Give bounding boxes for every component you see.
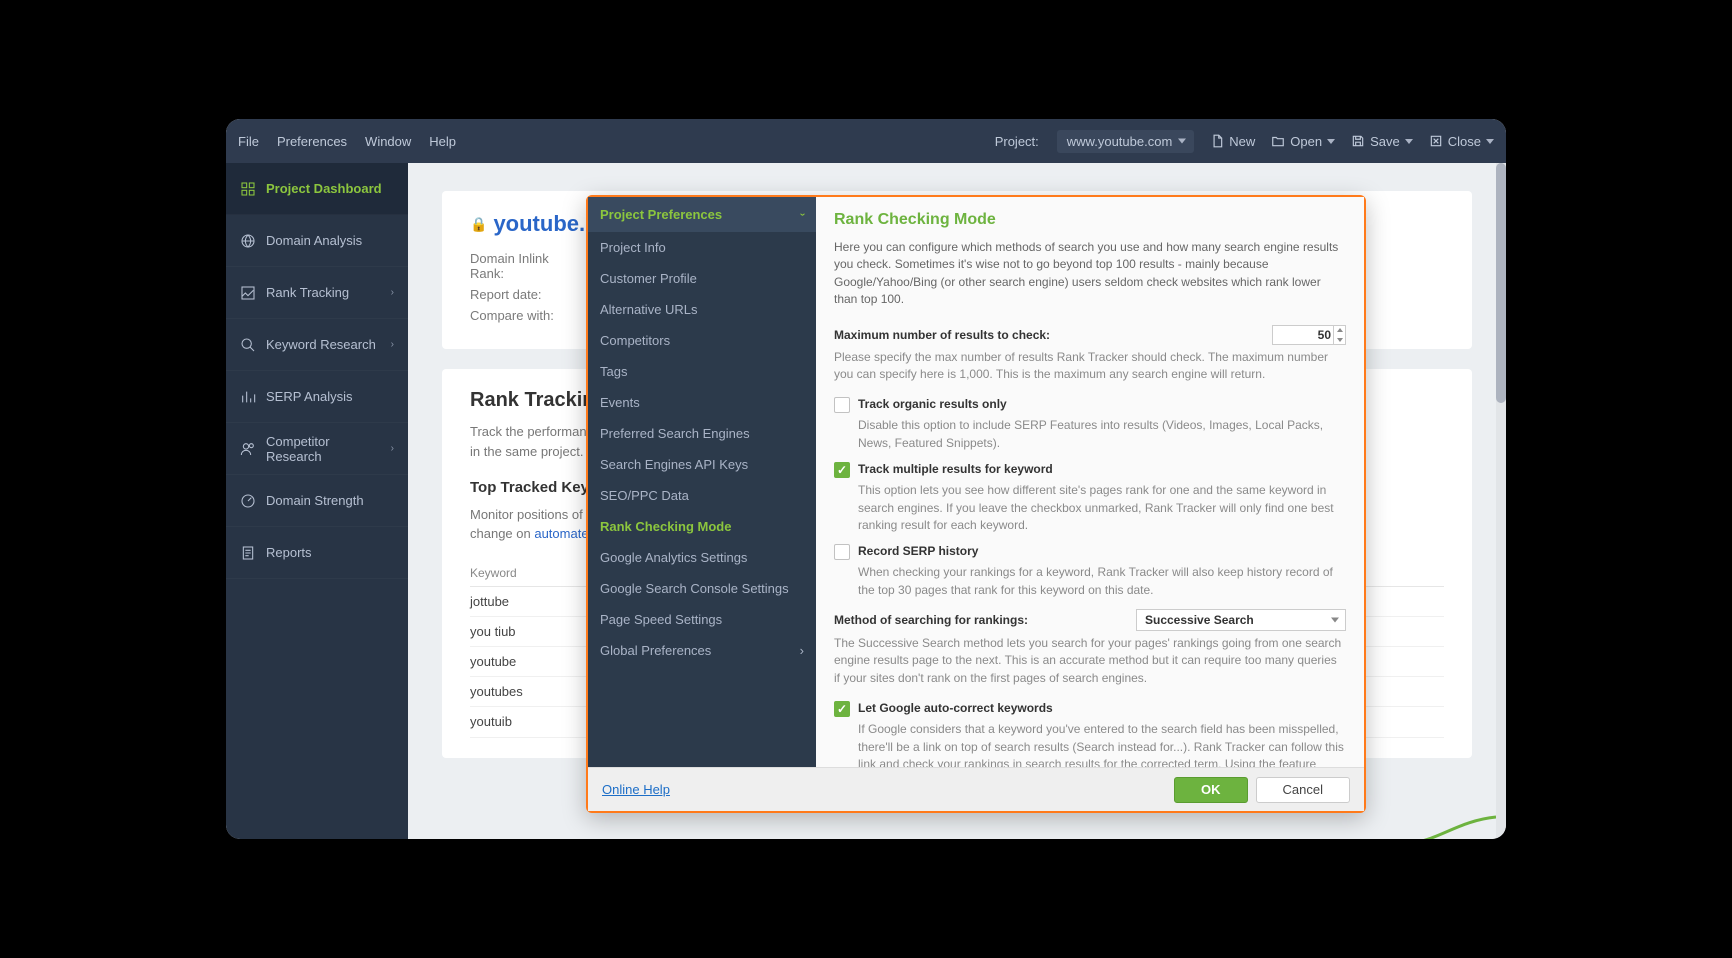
ok-button[interactable]: OK xyxy=(1174,777,1248,803)
record-serp-help: When checking your rankings for a keywor… xyxy=(858,564,1346,599)
autocorrect-label: Let Google auto-correct keywords xyxy=(858,701,1053,715)
track-organic-label: Track organic results only xyxy=(858,397,1007,411)
track-organic-help: Disable this option to include SERP Feat… xyxy=(858,417,1346,452)
modal-footer: Online Help OK Cancel xyxy=(588,767,1364,811)
modal-main: Rank Checking Mode Here you can configur… xyxy=(816,197,1364,767)
record-serp-checkbox[interactable] xyxy=(834,544,850,560)
method-label: Method of searching for rankings: xyxy=(834,613,1028,627)
track-organic-checkbox[interactable] xyxy=(834,397,850,413)
max-results-input[interactable]: 50 xyxy=(1272,325,1346,345)
cancel-button[interactable]: Cancel xyxy=(1256,777,1350,803)
method-select[interactable]: Successive Search xyxy=(1136,609,1346,631)
prefs-item-customer-profile[interactable]: Customer Profile xyxy=(588,263,816,294)
number-spinners[interactable] xyxy=(1333,326,1345,344)
max-results-help: Please specify the max number of results… xyxy=(834,349,1346,384)
app-window: File Preferences Window Help Project: ww… xyxy=(226,119,1506,839)
track-multiple-help: This option lets you see how different s… xyxy=(858,482,1346,534)
project-preferences-header[interactable]: Project Preferences› xyxy=(588,197,816,232)
prefs-item-seo-ppc-data[interactable]: SEO/PPC Data xyxy=(588,480,816,511)
prefs-item-page-speed[interactable]: Page Speed Settings xyxy=(588,604,816,635)
prefs-item-google-search-console[interactable]: Google Search Console Settings xyxy=(588,573,816,604)
chevron-down-icon: › xyxy=(797,213,808,216)
preferences-modal: Project Preferences› Project Info Custom… xyxy=(586,195,1366,813)
prefs-item-competitors[interactable]: Competitors xyxy=(588,325,816,356)
prefs-item-project-info[interactable]: Project Info xyxy=(588,232,816,263)
global-preferences-header[interactable]: Global Preferences› xyxy=(588,635,816,666)
track-multiple-label: Track multiple results for keyword xyxy=(858,462,1053,476)
prefs-item-rank-checking-mode[interactable]: Rank Checking Mode xyxy=(588,511,816,542)
modal-title: Rank Checking Mode xyxy=(834,211,1346,229)
prefs-item-alternative-urls[interactable]: Alternative URLs xyxy=(588,294,816,325)
record-serp-label: Record SERP history xyxy=(858,544,978,558)
prefs-item-events[interactable]: Events xyxy=(588,387,816,418)
chevron-right-icon: › xyxy=(800,643,804,658)
prefs-item-preferred-search-engines[interactable]: Preferred Search Engines xyxy=(588,418,816,449)
method-help: The Successive Search method lets you se… xyxy=(834,635,1346,687)
prefs-item-search-engines-api-keys[interactable]: Search Engines API Keys xyxy=(588,449,816,480)
max-results-label: Maximum number of results to check: xyxy=(834,328,1050,342)
modal-sidebar: Project Preferences› Project Info Custom… xyxy=(588,197,816,767)
track-multiple-checkbox[interactable] xyxy=(834,462,850,478)
prefs-item-tags[interactable]: Tags xyxy=(588,356,816,387)
modal-intro: Here you can configure which methods of … xyxy=(834,239,1346,309)
autocorrect-help: If Google considers that a keyword you'v… xyxy=(858,721,1346,767)
autocorrect-checkbox[interactable] xyxy=(834,701,850,717)
prefs-item-google-analytics[interactable]: Google Analytics Settings xyxy=(588,542,816,573)
online-help-link[interactable]: Online Help xyxy=(602,782,670,797)
